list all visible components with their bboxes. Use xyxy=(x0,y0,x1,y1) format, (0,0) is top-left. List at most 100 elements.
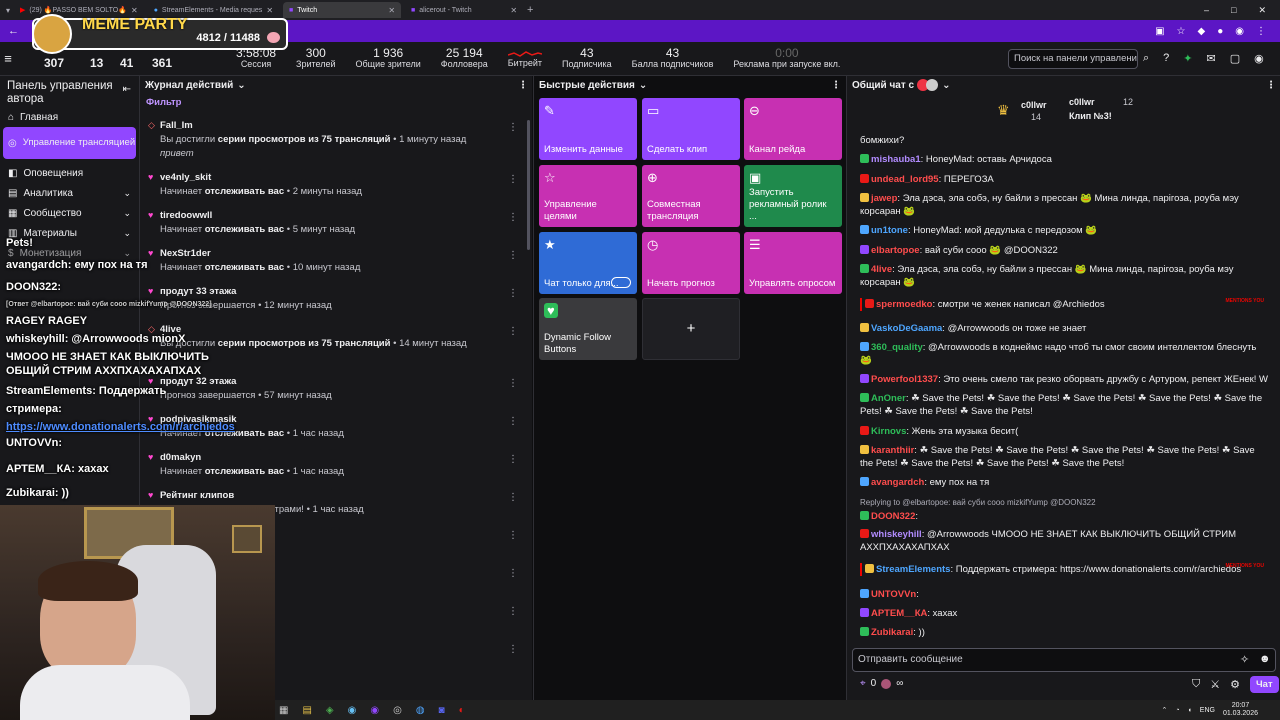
extension-icon[interactable]: ● xyxy=(1217,26,1223,37)
chat-username[interactable]: StreamElements xyxy=(876,564,950,575)
quick-action-tile[interactable]: ▭ Сделать клип xyxy=(642,98,740,160)
menu-icon[interactable]: ⋮ xyxy=(1256,26,1266,37)
more-icon[interactable]: ⋮ xyxy=(508,416,518,427)
chevron-down-icon[interactable]: ⌄ xyxy=(639,80,647,91)
volume-icon[interactable]: ◖ xyxy=(1188,707,1192,714)
chat-username[interactable]: Powerfool1337 xyxy=(871,374,938,385)
shield-icon[interactable]: ⛉ xyxy=(1192,678,1200,691)
chat-username[interactable]: VaskoDeGaama xyxy=(871,323,942,334)
chat-username[interactable]: jawep xyxy=(871,193,897,204)
quick-action-tile[interactable]: ☆ Управление целями xyxy=(539,165,637,227)
taskbar-app-icon[interactable]: ◍ xyxy=(416,705,425,716)
chat-username[interactable]: AnOner xyxy=(871,393,906,404)
hamburger-icon[interactable]: ≡ xyxy=(0,42,16,76)
more-icon[interactable]: ⋮ xyxy=(508,250,518,261)
close-icon[interactable]: ✕ xyxy=(266,6,273,15)
browser-tab[interactable]: ■ alicerout - Twitch ✕ xyxy=(405,2,523,18)
extensions-icon[interactable]: ✦ xyxy=(1183,52,1192,65)
feed-item[interactable]: ◇ Fall_Im Вы достигли серии просмотров из … xyxy=(148,120,518,159)
add-quick-action-button[interactable]: + xyxy=(642,298,740,360)
help-icon[interactable]: ? xyxy=(1163,52,1169,65)
more-icon[interactable]: ⋮ xyxy=(508,326,518,337)
chevron-down-icon[interactable]: ⌄ xyxy=(237,80,245,91)
whispers-icon[interactable]: ▢ xyxy=(1230,52,1240,65)
extension-icon[interactable]: ▣ xyxy=(1155,26,1164,37)
more-icon[interactable]: ⋮ xyxy=(508,288,518,299)
toggle-switch[interactable] xyxy=(611,277,631,288)
taskbar-app-icon[interactable]: ▦ xyxy=(279,705,288,716)
quick-action-tile[interactable]: ★ Чат только для... xyxy=(539,232,637,294)
emote-picker-icon[interactable]: ☻ xyxy=(1259,653,1271,665)
clock[interactable]: 20:07 01.03.2026 xyxy=(1223,702,1258,717)
more-icon[interactable]: ⋮ xyxy=(508,492,518,503)
taskbar-app-icon[interactable]: ◉ xyxy=(370,705,379,716)
quick-action-tile[interactable]: ⊕ Совместная трансляция xyxy=(642,165,740,227)
mod-tools-icon[interactable]: ⚔ xyxy=(1210,678,1220,691)
chat-input[interactable]: Отправить сообщение xyxy=(852,648,1276,672)
more-icon[interactable]: ⋮ xyxy=(508,212,518,223)
more-icon[interactable]: ⋮ xyxy=(508,378,518,389)
chat-username[interactable]: un1tone xyxy=(871,225,908,236)
gear-icon[interactable]: ⚙ xyxy=(1230,678,1240,691)
chat-username[interactable]: АРТЕМ__КА xyxy=(871,608,927,619)
chevron-down-icon[interactable]: ⌄ xyxy=(942,80,950,91)
chat-username[interactable]: 4live xyxy=(871,264,892,275)
chat-username[interactable]: avangardch xyxy=(871,477,924,488)
language-indicator[interactable]: ENG xyxy=(1200,707,1215,714)
quick-action-tile[interactable]: ▣ Запустить рекламный ролик ... xyxy=(744,165,842,227)
browser-tab-active[interactable]: ■ Twitch ✕ xyxy=(283,2,402,18)
quick-action-tile[interactable]: ✎ Изменить данные xyxy=(539,98,637,160)
chat-username[interactable]: spermoedko xyxy=(876,299,933,310)
bookmark-icon[interactable]: ☆ xyxy=(1177,26,1186,37)
extension-icon[interactable]: ◆ xyxy=(1198,26,1206,37)
emote-icon[interactable]: ✧ xyxy=(1240,653,1249,666)
sidebar-item-home[interactable]: ⌂ Главная xyxy=(0,107,139,127)
taskbar-app-icon[interactable]: ▤ xyxy=(302,705,311,716)
more-icon[interactable]: ⋮ xyxy=(508,606,518,617)
chat-username[interactable]: DOON322 xyxy=(871,511,915,522)
feed-item[interactable]: ♥ tiredoowwll Начинает отслеживать вас • 5… xyxy=(148,210,518,235)
taskbar-app-icon[interactable]: ◎ xyxy=(393,705,402,716)
quick-action-tile[interactable]: ♥ Dynamic Follow Buttons xyxy=(539,298,637,360)
feed-item[interactable]: ♥ ve4nly_skit Начинает отслеживать вас • 2… xyxy=(148,172,518,197)
sidebar-item-alerts[interactable]: ◧ Оповещения xyxy=(0,163,139,183)
more-icon[interactable]: ⋮ xyxy=(508,568,518,579)
search-icon[interactable]: ⌕ xyxy=(1143,52,1149,65)
window-close-button[interactable]: ✕ xyxy=(1258,5,1266,16)
taskbar-app-icon[interactable]: ◙ xyxy=(439,705,445,716)
maximize-button[interactable]: □ xyxy=(1231,5,1236,16)
close-icon[interactable]: ✕ xyxy=(510,6,517,15)
avatar[interactable]: ◉ xyxy=(1254,52,1264,65)
quick-action-tile[interactable]: ◷ Начать прогноз xyxy=(642,232,740,294)
feed-scrollbar[interactable] xyxy=(527,120,530,250)
more-icon[interactable]: ⋮ xyxy=(508,174,518,185)
chat-username[interactable]: mishauba1 xyxy=(871,154,921,165)
more-icon[interactable]: ⋮ xyxy=(508,530,518,541)
points-icon[interactable]: ⌖ xyxy=(860,678,866,689)
taskbar-app-icon[interactable]: ◈ xyxy=(326,705,334,716)
chat-username[interactable]: undead_lord95 xyxy=(871,174,939,185)
sidebar-item-analytics[interactable]: ▤ Аналитика ⌄ xyxy=(0,183,139,203)
chat-username[interactable]: 360_quality xyxy=(871,342,923,353)
more-icon[interactable]: ⋮ xyxy=(518,80,528,91)
tab-menu-icon[interactable]: ▾ xyxy=(6,6,10,15)
more-icon[interactable]: ⋮ xyxy=(1266,80,1276,91)
quick-action-tile[interactable]: ☰ Управлять опросом xyxy=(744,232,842,294)
dashboard-search-input[interactable]: Поиск на панели управлени xyxy=(1008,49,1138,69)
back-icon[interactable]: ← xyxy=(8,25,19,37)
quick-action-tile[interactable]: ⊖ Канал рейда xyxy=(744,98,842,160)
sidebar-item-community[interactable]: ▦ Сообщество ⌄ xyxy=(0,203,139,223)
tray-icon[interactable]: ⌃ xyxy=(1161,706,1167,714)
minimize-button[interactable]: – xyxy=(1204,5,1209,16)
steam-icon[interactable]: ◉ xyxy=(348,705,357,716)
profile-icon[interactable]: ◉ xyxy=(1235,26,1244,37)
chat-username[interactable]: Zubikarai xyxy=(871,627,913,638)
more-icon[interactable]: ⋮ xyxy=(831,80,841,91)
chat-username[interactable]: whiskeyhill xyxy=(871,529,922,540)
more-icon[interactable]: ⋮ xyxy=(508,644,518,655)
chat-button[interactable]: Чат xyxy=(1250,676,1279,693)
chat-username[interactable]: elbartopoe xyxy=(871,245,920,256)
collapse-icon[interactable]: ⇤ xyxy=(123,84,131,95)
more-icon[interactable]: ⋮ xyxy=(508,454,518,465)
feed-filter[interactable]: Фильтр xyxy=(140,94,532,111)
